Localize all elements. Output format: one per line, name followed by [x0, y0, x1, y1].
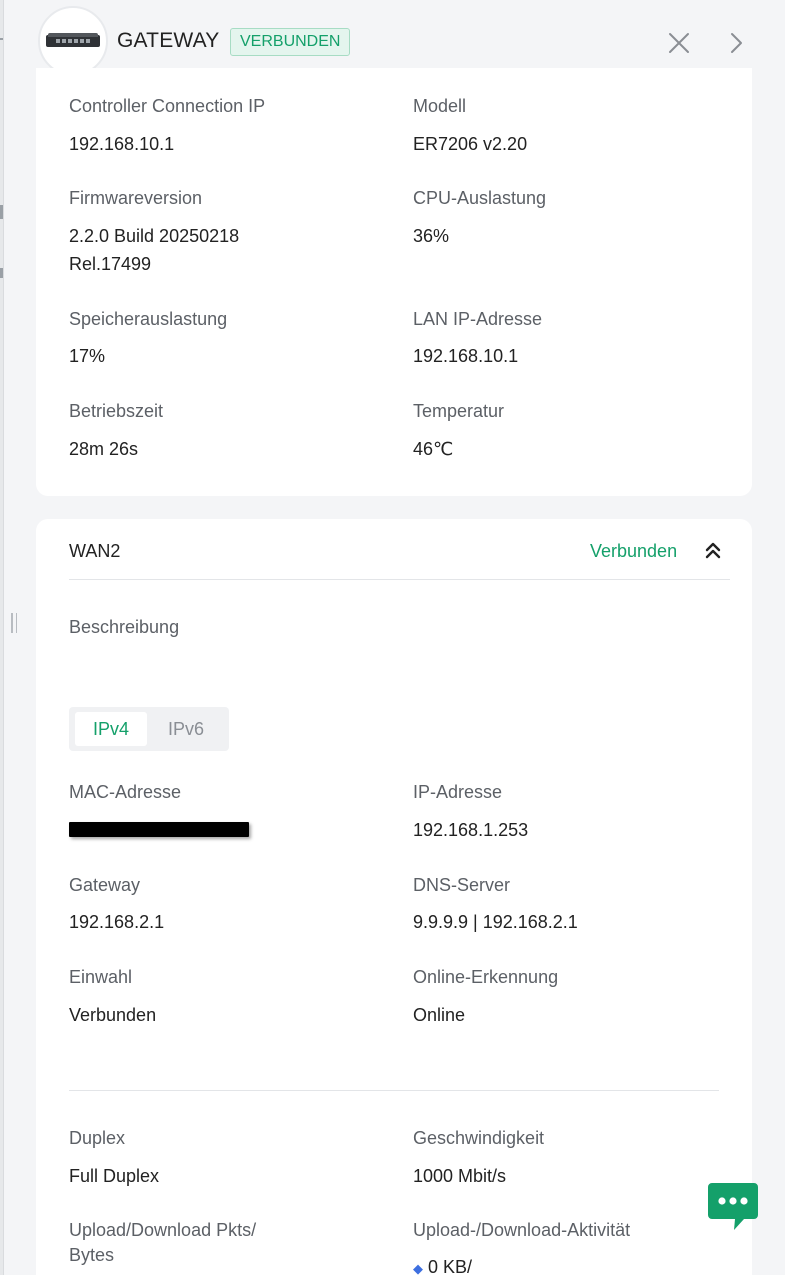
field-label: Upload/Download Pkts/	[69, 1220, 257, 1240]
double-chevron-up-icon	[705, 542, 721, 559]
field-label: Temperatur	[413, 401, 505, 421]
field-value: 46℃	[413, 439, 454, 459]
field-label: CPU-Auslastung	[413, 188, 547, 208]
edge-mark	[0, 268, 3, 278]
ip-version-tabs: IPv4 IPv6	[69, 707, 229, 751]
description-label: Beschreibung	[69, 617, 180, 637]
field-value: Full Duplex	[69, 1166, 160, 1186]
edge-mark	[0, 38, 3, 40]
field-value: 192.168.1.253	[413, 820, 529, 840]
field-value: 9.9.9.9 | 192.168.2.1	[413, 912, 578, 932]
device-overview-card: Controller Connection IP 192.168.10.1 Mo…	[36, 68, 752, 496]
background-page-edge	[0, 0, 4, 1275]
field-value: 192.168.10.1	[413, 346, 519, 366]
chat-bubble-icon	[708, 1183, 758, 1230]
chevron-right-icon	[731, 33, 742, 53]
field-value: 17%	[69, 346, 106, 366]
panel-resize-handle[interactable]	[11, 613, 19, 635]
field-label: DNS-Server	[413, 875, 511, 895]
activity-value: ◆ 0 KB/	[413, 1253, 472, 1275]
activity-text: 0 KB/	[428, 1257, 473, 1275]
field-label: Upload-/Download-Aktivität	[413, 1220, 631, 1240]
chat-support-button[interactable]	[708, 1183, 758, 1231]
upload-arrow-icon: ◆	[413, 1261, 423, 1275]
field-label: Modell	[413, 96, 467, 116]
field-value: 192.168.10.1	[69, 134, 175, 154]
tab-ipv4[interactable]: IPv4	[75, 712, 147, 746]
field-value: 1000 Mbit/s	[413, 1166, 507, 1186]
field-label: Speicherauslastung	[69, 309, 228, 329]
field-value: 36%	[413, 226, 450, 246]
field-label: Gateway	[69, 875, 141, 895]
next-device-button[interactable]	[724, 28, 748, 58]
edge-mark	[0, 205, 3, 219]
status-badge: VERBUNDEN	[230, 28, 351, 56]
wan-status: Verbunden	[590, 541, 678, 561]
field-label: IP-Adresse	[413, 782, 503, 802]
wan-port-card: WAN2 Verbunden Beschreibung IPv4 IPv6 MA…	[36, 519, 752, 1275]
wan-port-title: WAN2	[69, 541, 121, 561]
field-label: Bytes	[69, 1245, 115, 1265]
field-value: Online	[413, 1005, 466, 1025]
field-label: Online-Erkennung	[413, 967, 559, 987]
redacted-mac-address	[69, 822, 249, 837]
field-value: 2.2.0 Build 20250218	[69, 226, 240, 246]
field-label: MAC-Adresse	[69, 782, 182, 802]
field-label: Controller Connection IP	[69, 96, 266, 116]
field-value: Rel.17499	[69, 254, 152, 274]
divider	[69, 579, 730, 580]
device-type-title: GATEWAY	[117, 29, 220, 52]
field-label: Einwahl	[69, 967, 133, 987]
field-value: 192.168.2.1	[69, 912, 165, 932]
field-label: LAN IP-Adresse	[413, 309, 543, 329]
device-avatar	[38, 6, 108, 76]
close-icon	[669, 33, 689, 53]
close-button[interactable]	[664, 28, 694, 58]
divider	[69, 1090, 719, 1091]
field-label: Geschwindigkeit	[413, 1128, 545, 1148]
field-label: Duplex	[69, 1128, 126, 1148]
tab-ipv6[interactable]: IPv6	[151, 712, 221, 746]
field-value: 28m 26s	[69, 439, 139, 459]
field-label: Firmwareversion	[69, 188, 203, 208]
collapse-button[interactable]	[702, 539, 724, 561]
field-label: Betriebszeit	[69, 401, 164, 421]
router-device-image	[46, 33, 100, 49]
field-value: ER7206 v2.20	[413, 134, 528, 154]
field-value: Verbunden	[69, 1005, 157, 1025]
